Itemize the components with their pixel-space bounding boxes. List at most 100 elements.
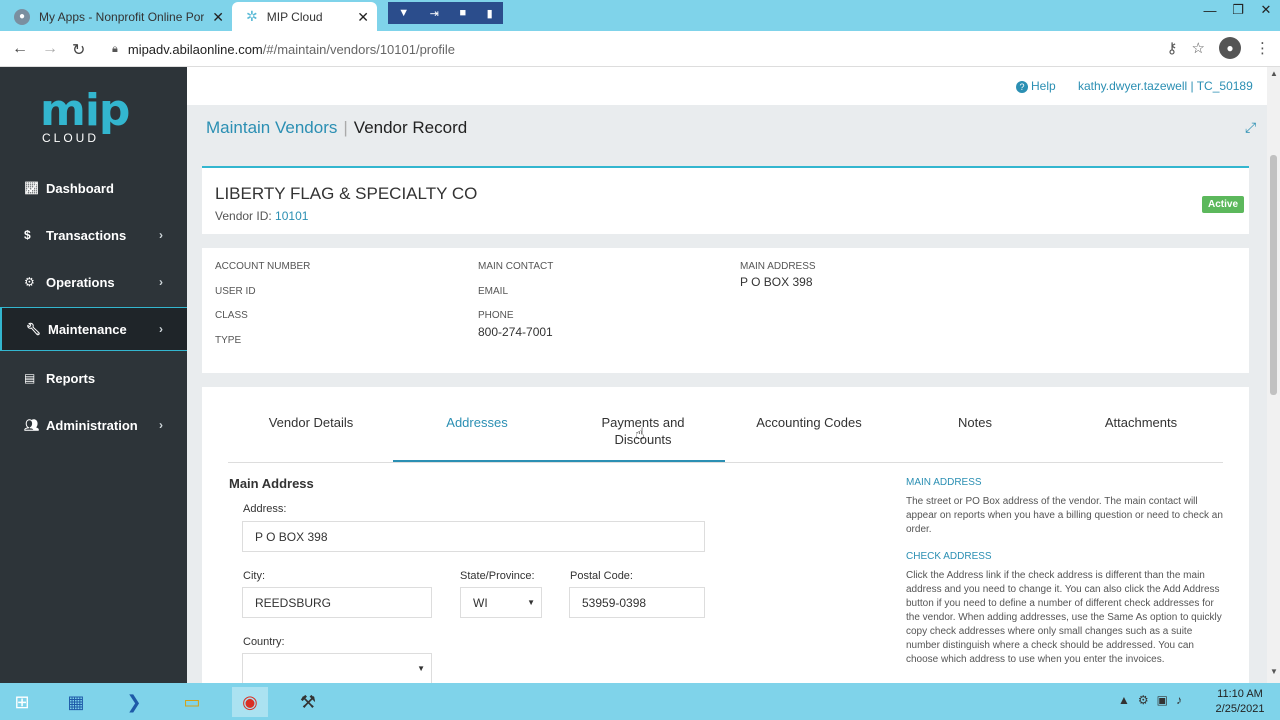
phone-value: 800-274-7001 bbox=[478, 325, 553, 339]
window-controls: — ❐ ✕ bbox=[1196, 0, 1280, 22]
network-icon[interactable]: ▣ bbox=[1157, 693, 1168, 707]
key-icon[interactable]: ⚷ bbox=[1167, 39, 1178, 57]
minimize-icon[interactable]: — bbox=[1196, 0, 1224, 20]
windows-start-icon[interactable]: ⊞ bbox=[4, 687, 40, 717]
sidebar-item-dashboard[interactable]: 📈︎ Dashboard bbox=[0, 166, 187, 210]
sidebar-item-administration[interactable]: 👥︎ Administration › bbox=[0, 403, 187, 447]
document-icon: ▤ bbox=[24, 371, 36, 385]
sidebar-item-operations[interactable]: ⚙ Operations › bbox=[0, 260, 187, 304]
tray-expand-icon[interactable]: ▲ bbox=[1118, 693, 1130, 707]
cogs-icon: ⚙ bbox=[24, 275, 35, 289]
tab-accounting-codes[interactable]: Accounting Codes bbox=[726, 414, 892, 431]
tab-attachments[interactable]: Attachments bbox=[1058, 414, 1224, 431]
browser-actions: ⚷ ☆ ● ⋮ bbox=[1167, 37, 1270, 59]
page-title: Vendor Record bbox=[353, 118, 468, 137]
sidebar-item-reports[interactable]: ▤ Reports bbox=[0, 356, 187, 400]
address-bar: ← → ↻ 🔒︎ mipadv.abilaonline.com /#/maint… bbox=[0, 31, 1280, 67]
country-label: Country: bbox=[243, 636, 285, 648]
sidebar-item-label: Administration bbox=[46, 417, 138, 433]
tab-my-apps[interactable]: ● My Apps - Nonprofit Online Port ✕ bbox=[0, 2, 232, 31]
help-main-address-title: MAIN ADDRESS bbox=[906, 477, 982, 488]
user-menu[interactable]: kathy.dwyer.tazewell | TC_50189 bbox=[1078, 79, 1253, 93]
expand-icon[interactable]: ⤢ bbox=[1245, 119, 1256, 136]
phone-label: PHONE bbox=[478, 310, 514, 321]
url-path: /#/maintain/vendors/10101/profile bbox=[262, 41, 455, 57]
chart-icon: 📈︎ bbox=[24, 181, 40, 195]
file-explorer-icon[interactable]: ▭ bbox=[174, 687, 210, 717]
class-label: CLASS bbox=[215, 310, 248, 321]
address-label: Address: bbox=[243, 503, 287, 515]
postal-code-input[interactable]: 53959-0398 bbox=[569, 587, 705, 618]
main-address-label: MAIN ADDRESS bbox=[740, 261, 816, 272]
active-tab-indicator bbox=[393, 460, 725, 462]
sidebar: mip CLOUD 📈︎ Dashboard $ Transactions › … bbox=[0, 67, 187, 683]
tab-mip-cloud[interactable]: ✲ MIP Cloud ✕ bbox=[232, 2, 377, 31]
signal-icon: ▮ bbox=[486, 7, 493, 20]
status-badge: Active bbox=[1201, 196, 1244, 213]
postal-code-label: Postal Code: bbox=[570, 570, 633, 582]
tool-icon[interactable]: ⚒ bbox=[290, 687, 326, 717]
breadcrumb-maintain-vendors[interactable]: Maintain Vendors bbox=[206, 118, 337, 137]
restore-icon[interactable]: ❐ bbox=[1224, 0, 1252, 20]
sidebar-item-label: Maintenance bbox=[48, 321, 127, 337]
menu-dots-icon[interactable]: ⋮ bbox=[1255, 39, 1270, 57]
close-tab-icon[interactable]: ✕ bbox=[357, 9, 369, 26]
tab-notes[interactable]: Notes bbox=[892, 414, 1058, 431]
help-link[interactable]: ? Help bbox=[1016, 79, 1056, 93]
powershell-icon[interactable]: ❯ bbox=[116, 687, 152, 717]
sidebar-item-transactions[interactable]: $ Transactions › bbox=[0, 213, 187, 257]
account-number-label: ACCOUNT NUMBER bbox=[215, 261, 311, 272]
vendor-header-card: LIBERTY FLAG & SPECIALTY CO Vendor ID: 1… bbox=[202, 166, 1249, 234]
scroll-up-icon[interactable]: ▲ bbox=[1270, 69, 1278, 78]
lock-icon[interactable]: ■ bbox=[459, 7, 466, 19]
taskbar-clock[interactable]: 11:10 AM 2/25/2021 bbox=[1212, 687, 1268, 717]
tab-addresses[interactable]: Addresses bbox=[394, 414, 560, 431]
city-input[interactable]: REEDSBURG bbox=[242, 587, 432, 618]
reload-icon[interactable]: ↻ bbox=[72, 40, 85, 60]
state-label: State/Province: bbox=[460, 570, 535, 582]
chevron-down-icon[interactable]: ▼ bbox=[398, 7, 409, 19]
chevron-down-icon: ▼ bbox=[527, 598, 535, 607]
vendor-id-value: 10101 bbox=[275, 209, 309, 223]
chevron-right-icon: › bbox=[159, 418, 163, 432]
chrome-icon[interactable]: ◉ bbox=[232, 687, 268, 717]
sidebar-item-label: Dashboard bbox=[46, 180, 114, 196]
profile-avatar-icon[interactable]: ● bbox=[1219, 37, 1241, 59]
back-icon[interactable]: ← bbox=[12, 40, 28, 58]
pin-icon[interactable]: ⇥ bbox=[430, 7, 439, 20]
secure-lock-icon: 🔒︎ bbox=[112, 42, 118, 55]
close-tab-icon[interactable]: ✕ bbox=[212, 9, 224, 26]
help-check-address-title: CHECK ADDRESS bbox=[906, 551, 992, 562]
dollar-icon: $ bbox=[24, 228, 31, 242]
chevron-right-icon: › bbox=[159, 228, 163, 242]
mip-favicon-icon: ✲ bbox=[246, 8, 258, 24]
hand-cursor-icon: ☝ bbox=[635, 426, 645, 443]
chevron-right-icon: › bbox=[159, 275, 163, 289]
remote-toolbar[interactable]: ▼ ⇥ ■ ▮ bbox=[388, 2, 503, 24]
tab-vendor-details[interactable]: Vendor Details bbox=[228, 414, 394, 431]
bookmark-star-icon[interactable]: ☆ bbox=[1192, 39, 1205, 57]
scroll-down-icon[interactable]: ▼ bbox=[1270, 667, 1278, 676]
vendor-name: LIBERTY FLAG & SPECIALTY CO bbox=[215, 184, 478, 203]
sidebar-item-maintenance[interactable]: 🔧︎ Maintenance › bbox=[0, 307, 187, 351]
vendor-info-card: ACCOUNT NUMBER USER ID CLASS TYPE MAIN C… bbox=[202, 248, 1249, 373]
chevron-right-icon: › bbox=[159, 322, 163, 336]
main-address-value: P O BOX 398 bbox=[740, 275, 813, 289]
sidebar-item-label: Reports bbox=[46, 370, 96, 386]
state-select[interactable]: WI ▼ bbox=[460, 587, 542, 618]
forward-icon[interactable]: → bbox=[42, 40, 58, 58]
url-field[interactable]: 🔒︎ mipadv.abilaonline.com /#/maintain/ve… bbox=[100, 35, 1140, 63]
scrollbar-thumb[interactable] bbox=[1270, 155, 1277, 395]
main-content: ? Help kathy.dwyer.tazewell | TC_50189 Ma… bbox=[187, 67, 1267, 683]
country-select[interactable]: ▼ bbox=[242, 653, 432, 683]
clock-time: 11:10 AM bbox=[1217, 688, 1263, 700]
volume-icon[interactable]: ♪ bbox=[1176, 693, 1182, 707]
tray-app-icon[interactable]: ⚙ bbox=[1138, 693, 1149, 707]
mip-cloud-logo[interactable]: mip CLOUD bbox=[40, 89, 140, 149]
help-main-address-body: The street or PO Box address of the vend… bbox=[906, 496, 1223, 535]
vendor-tabs-card: Vendor Details Addresses Payments and Dis… bbox=[202, 387, 1249, 683]
address-input[interactable]: P O BOX 398 bbox=[242, 521, 705, 552]
close-window-icon[interactable]: ✕ bbox=[1252, 0, 1280, 20]
server-manager-icon[interactable]: ▦ bbox=[58, 687, 94, 717]
page-scrollbar[interactable]: ▲ ▼ bbox=[1267, 67, 1280, 683]
